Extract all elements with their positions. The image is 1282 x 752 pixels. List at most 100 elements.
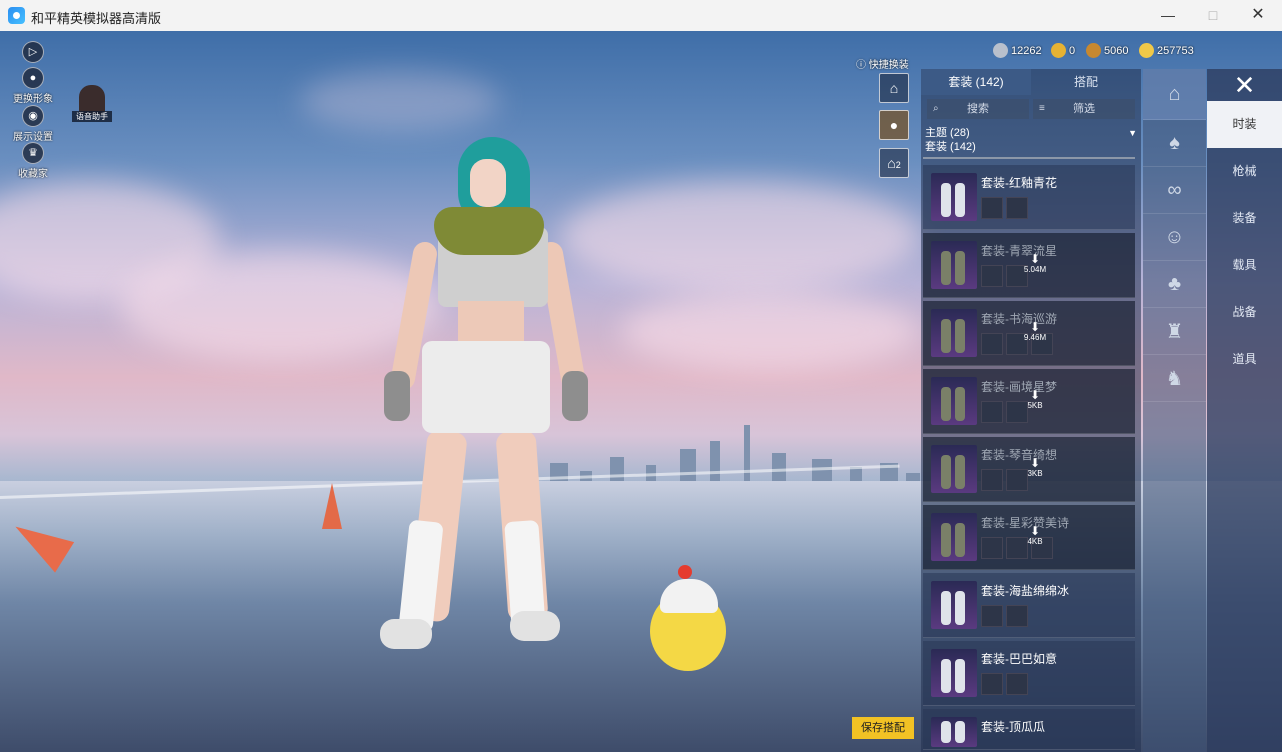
outfit-item[interactable]: 套装-红釉青花 [923,165,1135,230]
download-button[interactable]: ⬇ 4KB [1021,525,1049,546]
filter-icon: ≡ [1039,103,1045,114]
change-look-label: 更换形象 [13,94,53,105]
cloud [620,291,920,371]
download-size: 5KB [1027,401,1043,410]
maximize-button[interactable]: □ [1198,4,1228,26]
outfit-item[interactable]: 套装-星彩赞美诗 ⬇ 4KB [923,505,1135,570]
outfit-thumbnail [931,649,977,697]
traffic-cone [322,483,342,529]
character-shorts [422,341,550,433]
character-glove [562,371,588,421]
category-fashion[interactable]: 时装 [1207,101,1282,148]
top-category-icon[interactable]: ♣ [1143,261,1206,308]
tab-sets[interactable]: 套装 (142) [921,69,1031,95]
window-close-button[interactable]: ✕ [1243,4,1273,26]
outfit-item[interactable]: 套装-巴巴如意 [923,641,1135,706]
voice-assistant-button[interactable]: 语音助手 [72,85,112,123]
collection-button[interactable]: ♛ 收藏家 [10,142,56,180]
sub-category-rail: ⌂ ♠ ∞ ☺ ♣ ♜ ♞ [1143,69,1206,752]
outfit-thumbnail [931,717,977,747]
download-button[interactable]: ⬇ 5KB [1021,389,1049,410]
outfit-thumbnail [931,445,977,493]
currency-gold[interactable]: 0 [1051,43,1075,58]
outfit-item[interactable]: 套装-画境星梦 ⬇ 5KB [923,369,1135,434]
outfit-name: 套装-巴巴如意 [981,652,1057,666]
theme-selector[interactable]: 主题 (28) ▼ 套装 (142) [921,123,1141,154]
category-guns[interactable]: 枪械 [1207,148,1282,195]
hat-category-icon[interactable]: ♠ [1143,120,1206,167]
outfit-category-icon[interactable]: ⌂ [1143,69,1206,120]
change-look-button[interactable]: ● 更换形象 [10,67,56,105]
minimize-button[interactable]: — [1153,4,1183,26]
window-title: 和平精英模拟器高清版 [31,11,162,26]
download-icon: ⬇ [1029,252,1041,266]
outfit-parts [981,673,1028,695]
category-equipment[interactable]: 装备 [1207,195,1282,242]
silver-coin-icon [993,43,1008,58]
currency-gold-bar[interactable]: 257753 [1139,43,1194,58]
outfit-thumbnail [931,513,977,561]
display-settings-button[interactable]: ◉ 展示设置 [10,105,56,143]
pants-category-icon[interactable]: ♜ [1143,308,1206,355]
category-combat-gear[interactable]: 战备 [1207,289,1282,336]
outfit-name: 套装-海盐绵绵冰 [981,584,1069,598]
download-size: 9.46M [1023,333,1047,342]
pet-chick-comb [678,565,692,579]
outfit-name: 套装-顶瓜瓜 [981,720,1045,734]
character-shoe [380,619,432,649]
trophy-icon: ♛ [22,142,44,164]
gold-bar-icon [1139,43,1154,58]
gold-coin-icon [1051,43,1066,58]
outfit-item[interactable]: 套装-顶瓜瓜 [923,709,1135,750]
category-props[interactable]: 道具 [1207,336,1282,383]
outfit-item[interactable]: 套装-琴音绮想 ⬇ 3KB [923,437,1135,502]
download-icon: ⬇ [1029,320,1041,334]
outfit-parts [981,197,1028,219]
character-glove [384,371,410,421]
quick-change-slot-1[interactable]: ⌂ [879,73,909,103]
category-vehicles[interactable]: 载具 [1207,242,1282,289]
outfit-thumbnail [931,241,977,289]
shoes-category-icon[interactable]: ♞ [1143,355,1206,402]
quick-change-slot-locked[interactable]: ● [879,110,909,140]
outfit-item[interactable]: 套装-书海巡游 ⬇ 9.46M [923,301,1135,366]
theme-label: 主题 (28) [925,127,970,139]
close-icon[interactable]: ✕ [1207,69,1282,101]
slot-number: 2 [895,160,901,170]
download-button[interactable]: ⬇ 5.04M [1021,253,1049,274]
chevron-right-icon: ▷ [22,41,44,63]
mask-category-icon[interactable]: ☺ [1143,214,1206,261]
character-shoe [510,611,560,641]
save-outfit-button[interactable]: 保存搭配 [852,717,914,739]
player-character[interactable] [370,131,590,691]
currency-value: 257753 [1157,44,1194,57]
currency-bronze[interactable]: 5060 [1086,43,1128,58]
tab-match[interactable]: 搭配 [1031,69,1141,95]
glasses-category-icon[interactable]: ∞ [1143,167,1206,214]
download-button[interactable]: ⬇ 3KB [1021,457,1049,478]
character-scarf [434,207,544,255]
quick-change-slot-2[interactable]: ⌂2 [879,148,909,178]
window-titlebar: 和平精英模拟器高清版 — □ ✕ [0,0,1282,31]
display-settings-label: 展示设置 [13,132,53,143]
outfit-item[interactable]: 套装-海盐绵绵冰 [923,573,1135,638]
game-scene[interactable]: ▷ ● 更换形象 ◉ 展示设置 ♛ 收藏家 语音助手 12262 0 5060 … [0,31,1282,752]
download-button[interactable]: ⬇ 9.46M [1021,321,1049,342]
character-face [470,159,506,207]
filter-button[interactable]: ≡ 筛选 [1033,99,1135,119]
quick-change-label[interactable]: ⓘ 快捷换装 [856,56,909,71]
category-rail: ✕ 时装 枪械 装备 载具 战备 道具 [1207,69,1282,752]
cloud [560,181,920,291]
outfit-thumbnail [931,581,977,629]
search-button[interactable]: ⌕ 搜索 [927,99,1029,119]
app-logo-icon [8,7,25,24]
expand-button[interactable]: ▷ [22,41,44,63]
download-icon: ⬇ [1029,524,1041,538]
outfit-thumbnail [931,377,977,425]
currency-silver[interactable]: 12262 [993,43,1042,58]
outfit-item[interactable]: 套装-青翠流星 ⬇ 5.04M [923,233,1135,298]
lock-icon: ● [889,117,899,133]
download-icon: ⬇ [1029,456,1041,470]
outfit-list: 套装-红釉青花 套装-青翠流星 ⬇ 5.04M 套装-书海巡游 ⬇ 9.46M 套装… [923,165,1135,752]
person-icon: ● [22,67,44,89]
